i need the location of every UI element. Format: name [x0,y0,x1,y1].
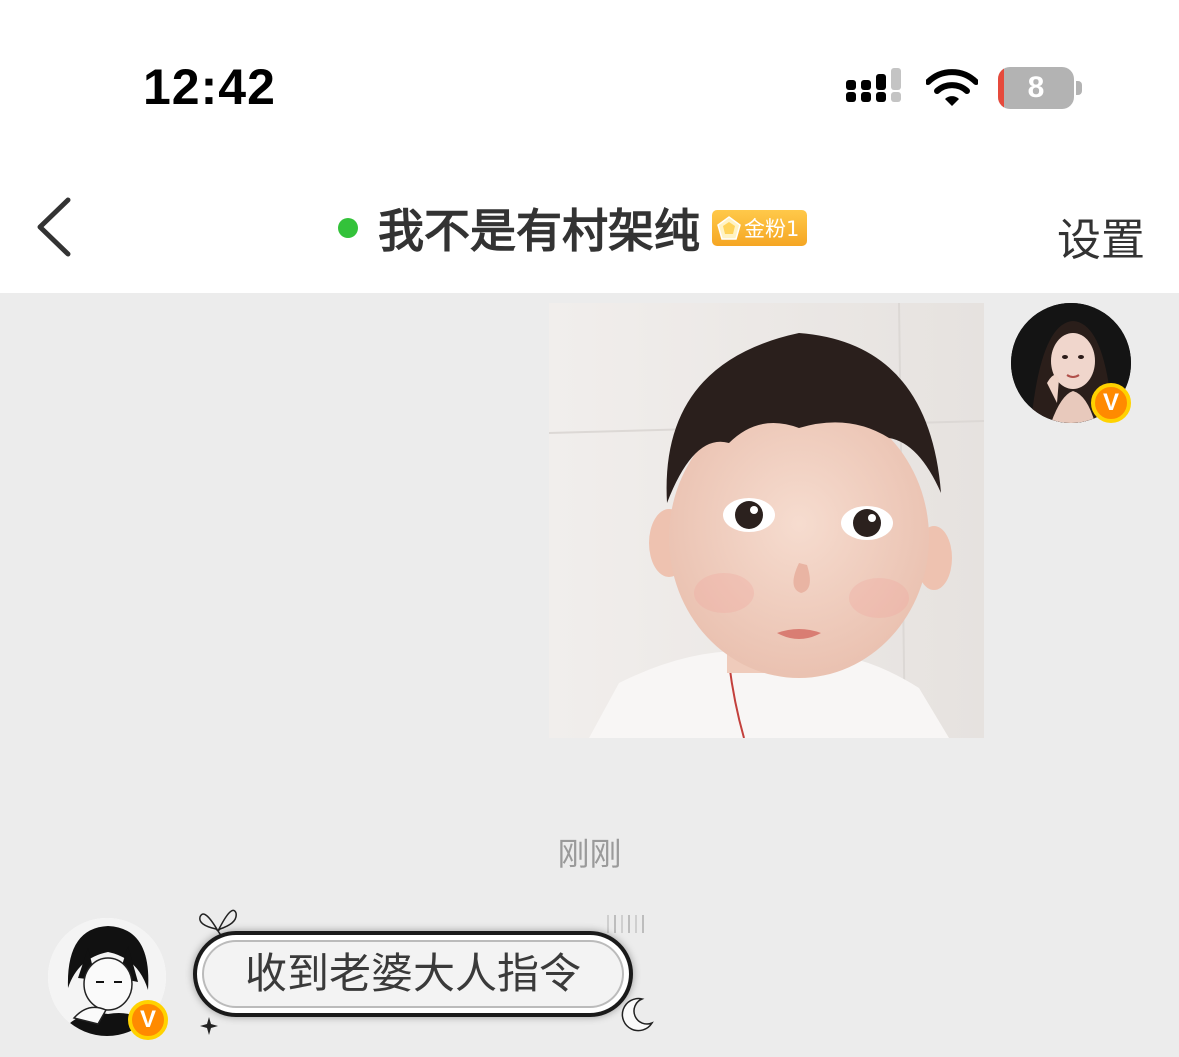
nav-bar: 我不是有村架纯 金粉1 设置 [0,160,1179,293]
settings-button[interactable]: 设置 [1057,204,1145,268]
stripes-decoration-icon [607,915,644,933]
online-status-dot [338,218,358,238]
received-message-bubble[interactable]: 收到老婆大人指令 [193,931,633,1017]
battery-icon: 8 [998,67,1084,109]
message-timestamp: 刚刚 [557,835,622,873]
signal-icon [846,68,901,102]
chat-title[interactable]: 我不是有村架纯 [378,195,700,261]
moon-icon [621,997,654,1032]
battery-level: 8 [1027,71,1045,104]
contact-avatar[interactable]: V [48,918,172,1042]
verified-badge-icon: V [1091,383,1131,423]
gem-icon [717,216,741,240]
back-button[interactable] [28,192,88,262]
photo-message[interactable] [549,303,984,738]
fan-badge-label: 金粉1 [744,217,800,241]
my-avatar[interactable]: V [1011,303,1141,433]
wifi-icon [926,69,978,106]
message-text: 收到老婆大人指令 [244,949,581,998]
chat-screen: 12:42 8 我不是有村架纯 金粉1 设置 V 刚刚 V 收到老婆大人指令 [0,0,1179,1057]
toddler-photo [549,303,984,738]
chat-title-group: 我不是有村架纯 金粉1 [338,200,808,258]
status-bar: 12:42 8 [0,0,1179,160]
verified-badge-icon: V [128,1000,168,1040]
chat-thread: V 刚刚 V 收到老婆大人指令 [0,293,1179,1057]
sparkle-icon [200,1017,218,1035]
status-time: 12:42 [143,59,276,115]
fan-level-badge: 金粉1 [712,210,808,246]
